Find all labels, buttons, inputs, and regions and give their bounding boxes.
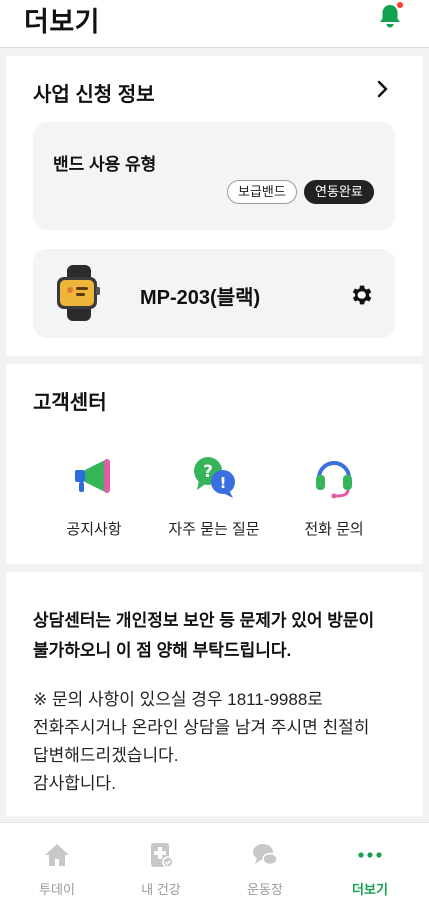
business-info-title: 사업 신청 정보	[33, 84, 155, 106]
notification-badge	[397, 2, 403, 8]
cs-item-phone[interactable]: 전화 문의	[274, 454, 394, 539]
tab-more-label: 더보기	[352, 882, 388, 897]
notice-bold-text: 상담센터는 개인정보 보안 등 문제가 있어 방문이 불가하오니 이 점 양해 …	[33, 606, 403, 666]
business-info-section: 사업 신청 정보 밴드 사용 유형 보급밴드 연동완료 MP-203(블랙)	[6, 56, 423, 356]
notice-body-line: ※ 문의 사항이 있으실 경우 1811-9988로	[33, 690, 323, 709]
band-type-card: 밴드 사용 유형	[33, 122, 395, 230]
band-type-label: 밴드 사용 유형	[53, 155, 157, 174]
device-card[interactable]: MP-203(블랙)	[33, 249, 395, 338]
chevron-right-icon[interactable]	[373, 80, 391, 98]
cs-item-faq-label: 자주 묻는 질문	[168, 521, 260, 538]
device-name: MP-203(블랙)	[140, 287, 261, 309]
tab-today[interactable]: 투데이	[12, 841, 102, 898]
notice-bold-line: 불가하오니 이 점 양해 부탁드립니다.	[33, 641, 292, 660]
home-icon	[43, 841, 71, 869]
tab-playground[interactable]: 운동장	[220, 841, 310, 898]
cs-item-faq[interactable]: ? ! 자주 묻는 질문	[154, 454, 274, 539]
health-doc-icon	[147, 841, 175, 869]
tab-more[interactable]: 더보기	[325, 841, 415, 898]
notice-body-line: 답변해드리겠습니다.	[33, 746, 179, 765]
headset-icon	[311, 454, 357, 500]
consultation-notice-section: 상담센터는 개인정보 보안 등 문제가 있어 방문이 불가하오니 이 점 양해 …	[6, 572, 423, 816]
cs-item-phone-label: 전화 문의	[304, 521, 364, 538]
faq-bubbles-icon: ? !	[191, 454, 237, 500]
gear-icon[interactable]	[348, 282, 374, 308]
cs-item-notice[interactable]: 공지사항	[34, 454, 154, 539]
smartwatch-icon	[51, 265, 107, 321]
notice-body-line: 전화주시거나 온라인 상담을 남겨 주시면 친절히	[33, 718, 370, 737]
notice-bold-line: 상담센터는 개인정보 보안 등 문제가 있어 방문이	[33, 611, 375, 630]
svg-text:!: !	[220, 474, 227, 492]
cs-item-notice-label: 공지사항	[66, 521, 122, 538]
megaphone-icon	[71, 454, 117, 500]
chip-linked-complete: 연동완료	[304, 180, 374, 204]
tab-my-health-label: 내 건강	[141, 882, 181, 897]
notice-body-text: ※ 문의 사항이 있으실 경우 1811-9988로 전화주시거나 온라인 상담…	[33, 686, 403, 798]
chat-bubbles-icon	[251, 841, 279, 869]
chip-supply-band: 보급밴드	[227, 180, 297, 204]
customer-center-title: 고객센터	[33, 392, 107, 414]
notification-bell-icon[interactable]	[376, 2, 404, 30]
app-header: 더보기	[0, 0, 429, 48]
customer-center-section: 고객센터 공지사항 ? ! 자주 묻는 질문 전화 문의	[6, 364, 423, 564]
more-dots-icon	[356, 841, 384, 869]
notice-body-line: 감사합니다.	[33, 774, 116, 793]
page-title: 더보기	[24, 7, 101, 37]
tab-my-health[interactable]: 내 건강	[116, 841, 206, 898]
tab-playground-label: 운동장	[247, 882, 283, 897]
bottom-tab-bar: 투데이 내 건강 운동장 더보기	[0, 822, 429, 899]
tab-today-label: 투데이	[39, 882, 75, 897]
